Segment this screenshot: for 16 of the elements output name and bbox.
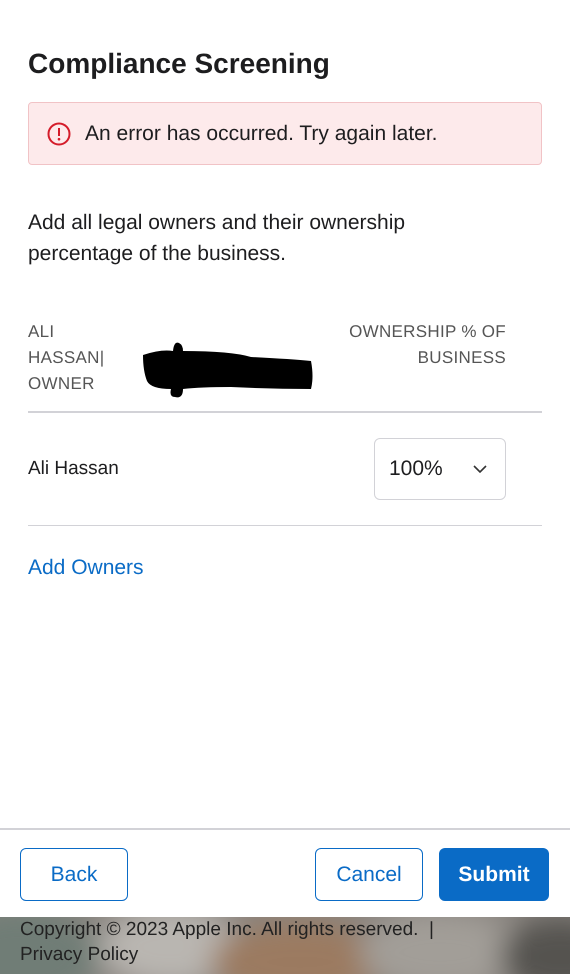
copyright-text: Copyright © 2023 Apple Inc. All rights reserved. — [20, 919, 418, 940]
chevron-down-icon — [473, 465, 487, 473]
cancel-button[interactable]: Cancel — [315, 848, 423, 901]
submit-button[interactable]: Submit — [439, 848, 549, 901]
error-icon — [47, 122, 71, 146]
privacy-policy-link[interactable]: Privacy Policy — [20, 944, 138, 965]
ownership-dropdown[interactable]: 100% — [374, 438, 506, 500]
back-button[interactable]: Back — [20, 848, 128, 901]
column-header: OWNERSHIP % OF BUSINESS — [348, 321, 507, 369]
separator: | — [429, 919, 434, 940]
owner-name: Ali Hassan — [28, 458, 119, 480]
page-title: Compliance Screening — [28, 47, 331, 81]
column-header: ALI HASSAN| OWNER — [28, 321, 106, 395]
error-message: An error has occurred. Try again later. — [85, 122, 438, 146]
instructions-text: Add all legal owners and their ownership percentage of the business. — [28, 210, 406, 267]
add-owners-link[interactable]: Add Owners — [28, 556, 144, 580]
